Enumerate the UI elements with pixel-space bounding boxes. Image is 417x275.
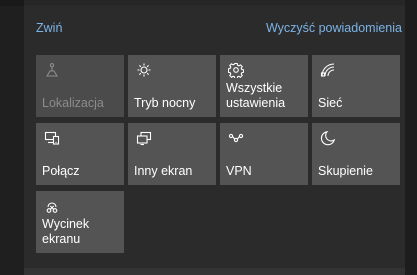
sun-icon	[136, 62, 152, 78]
panel-top-divider	[24, 0, 405, 5]
tile-label: Tryb nocny	[134, 96, 196, 110]
snip-icon	[44, 198, 60, 214]
location-icon	[44, 62, 60, 78]
tile-label: Wszystkie ustawienia	[226, 81, 286, 110]
scroll-edge	[405, 0, 417, 275]
tile-screen-snip[interactable]: Wycinek ekranu	[36, 191, 124, 253]
tile-label: Inny ekran	[134, 164, 193, 178]
moon-icon	[320, 130, 336, 146]
tile-vpn[interactable]: VPN	[220, 123, 308, 185]
tile-label: Połącz	[42, 164, 80, 178]
quick-actions-header: Zwiń Wyczyść powiadomienia	[36, 21, 402, 39]
tile-label: VPN	[226, 164, 252, 178]
tile-network[interactable]: Sieć	[312, 55, 400, 117]
tile-location[interactable]: Lokalizacja	[36, 55, 124, 117]
tile-label: Wycinek ekranu	[42, 217, 90, 246]
tile-night-light[interactable]: Tryb nocny	[128, 55, 216, 117]
tile-project[interactable]: Inny ekran	[128, 123, 216, 185]
bottom-strip	[24, 268, 405, 275]
clear-notifications-link[interactable]: Wyczyść powiadomienia	[266, 21, 402, 35]
tile-label: Skupienie	[318, 164, 373, 178]
project-icon	[136, 130, 152, 146]
tile-connect[interactable]: Połącz	[36, 123, 124, 185]
tile-label: Sieć	[318, 96, 343, 110]
connect-icon	[44, 130, 60, 146]
vpn-icon	[228, 130, 244, 146]
collapse-link[interactable]: Zwiń	[36, 21, 62, 35]
gear-icon	[228, 62, 244, 78]
tile-all-settings[interactable]: Wszystkie ustawienia	[220, 55, 308, 117]
network-icon	[320, 62, 336, 78]
tile-focus-assist[interactable]: Skupienie	[312, 123, 400, 185]
tile-label: Lokalizacja	[42, 96, 104, 110]
